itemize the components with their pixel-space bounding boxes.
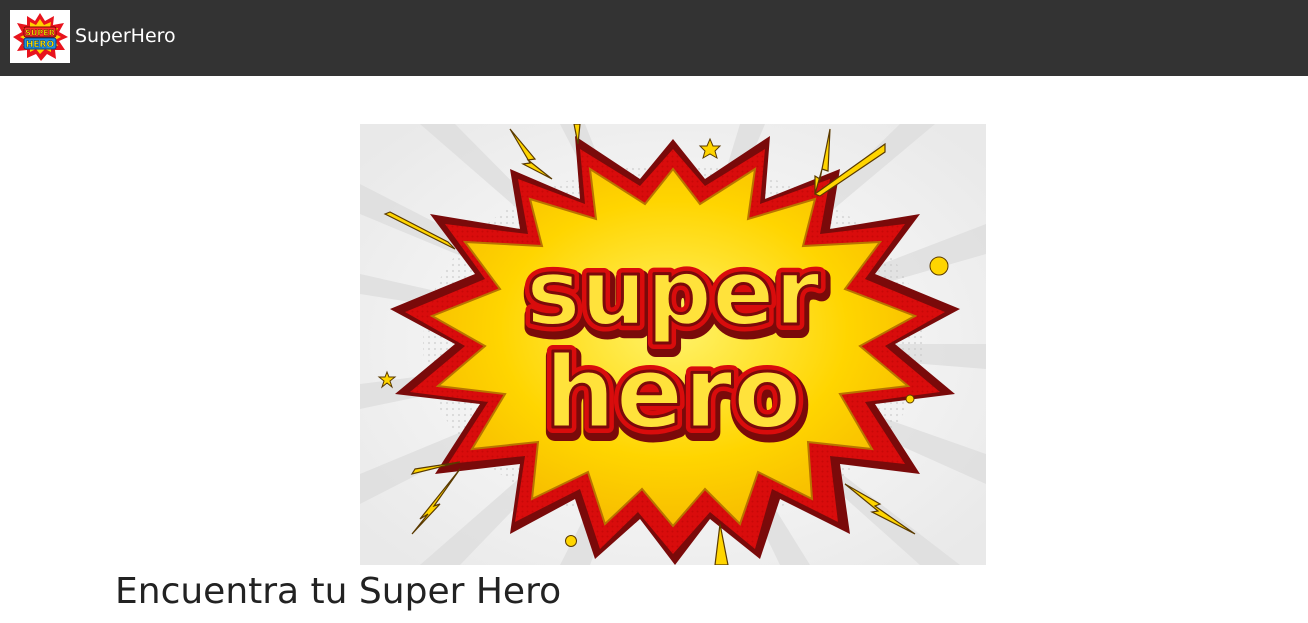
hero-banner: super super super hero hero hero: [360, 124, 986, 565]
brand-link[interactable]: SUPER HERO SuperHero: [10, 10, 176, 63]
svg-text:HERO: HERO: [26, 40, 55, 50]
brand-title: SuperHero: [75, 25, 176, 47]
superhero-comic-burst-image: super super super hero hero hero: [360, 124, 986, 565]
page-headline: Encuentra tu Super Hero: [115, 571, 562, 612]
svg-text:SUPER: SUPER: [25, 29, 55, 38]
svg-text:super: super: [526, 239, 821, 346]
top-navbar: SUPER HERO SuperHero: [0, 0, 1308, 76]
superhero-logo-icon: SUPER HERO: [10, 10, 70, 63]
svg-text:hero: hero: [544, 334, 801, 451]
